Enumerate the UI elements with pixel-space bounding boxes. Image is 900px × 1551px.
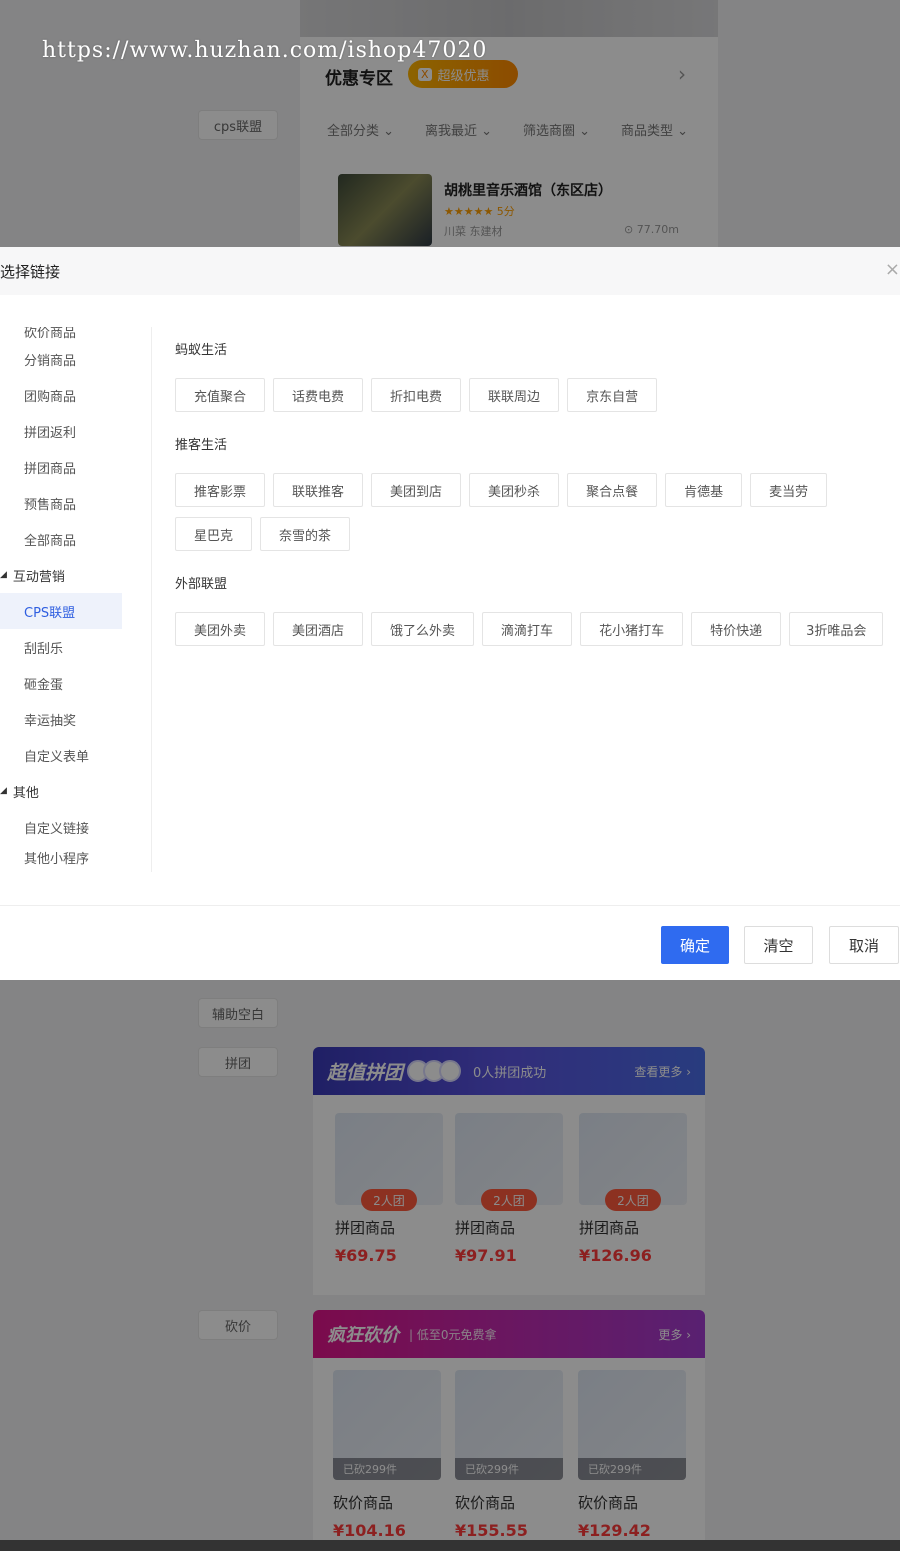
link-chip[interactable]: 京东自营 xyxy=(567,378,658,412)
link-chip[interactable]: 3折唯品会 xyxy=(789,612,884,646)
tree-category-marketing[interactable]: ◢ 互动营销 xyxy=(0,557,151,593)
dialog-footer: 确定 清空 取消 xyxy=(0,905,900,980)
chip-group: 充值聚合 话费电费 折扣电费 联联周边 京东自营 xyxy=(175,378,900,412)
link-chip[interactable]: 折扣电费 xyxy=(371,378,462,412)
link-chip[interactable]: 美团到店 xyxy=(371,473,462,507)
tree-item[interactable]: 分销商品 xyxy=(0,341,151,377)
link-category-tree: 砍价商品 分销商品 团购商品 拼团返利 拼团商品 预售商品 全部商品 ◢ 互动营… xyxy=(0,327,152,872)
group-title: 推客生活 xyxy=(175,438,228,453)
link-chip[interactable]: 星巴克 xyxy=(175,517,253,551)
link-chip[interactable]: 联联周边 xyxy=(469,378,560,412)
tree-item[interactable]: 团购商品 xyxy=(0,377,151,413)
clear-button[interactable]: 清空 xyxy=(744,926,813,964)
tree-item-cps[interactable]: CPS联盟 xyxy=(0,593,122,629)
tree-item[interactable]: 其他小程序 xyxy=(0,845,151,867)
link-chip[interactable]: 美团外卖 xyxy=(175,612,266,646)
tree-category-label: 互动营销 xyxy=(12,569,65,585)
tree-category-other[interactable]: ◢ 其他 xyxy=(0,773,151,809)
group-title: 外部联盟 xyxy=(175,577,228,592)
tree-item[interactable]: 全部商品 xyxy=(0,521,151,557)
tree-item[interactable]: 刮刮乐 xyxy=(0,629,151,665)
link-chip[interactable]: 麦当劳 xyxy=(750,473,828,507)
link-chip[interactable]: 美团酒店 xyxy=(273,612,364,646)
caret-down-icon: ◢ xyxy=(0,570,7,580)
link-chip[interactable]: 话费电费 xyxy=(273,378,364,412)
tree-category-label: 其他 xyxy=(12,785,39,801)
select-link-dialog: 选择链接 × 砍价商品 分销商品 团购商品 拼团返利 拼团商品 预售商品 全部商… xyxy=(0,247,900,980)
link-chip[interactable]: 肯德基 xyxy=(665,473,743,507)
tree-item[interactable]: 砸金蛋 xyxy=(0,665,151,701)
cancel-button[interactable]: 取消 xyxy=(829,926,899,964)
tree-item[interactable]: 拼团返利 xyxy=(0,413,151,449)
group-title: 蚂蚁生活 xyxy=(175,343,228,358)
caret-down-icon: ◢ xyxy=(0,786,7,796)
close-icon[interactable]: × xyxy=(885,259,900,280)
link-chip[interactable]: 聚合点餐 xyxy=(567,473,658,507)
link-chip[interactable]: 联联推客 xyxy=(273,473,364,507)
link-chip[interactable]: 美团秒杀 xyxy=(469,473,560,507)
tree-item[interactable]: 预售商品 xyxy=(0,485,151,521)
tree-item[interactable]: 自定义表单 xyxy=(0,737,151,773)
watermark-text: https://www.huzhan.com/ishop47020 xyxy=(42,38,488,63)
tree-item[interactable]: 自定义链接 xyxy=(0,809,151,845)
link-chip[interactable]: 奈雪的茶 xyxy=(260,517,351,551)
link-chip[interactable]: 花小猪打车 xyxy=(580,612,684,646)
link-chip[interactable]: 滴滴打车 xyxy=(482,612,573,646)
bottom-edge-bar xyxy=(0,1540,900,1551)
chip-group: 美团外卖 美团酒店 饿了么外卖 滴滴打车 花小猪打车 特价快递 3折唯品会 xyxy=(175,612,900,646)
confirm-button[interactable]: 确定 xyxy=(661,926,729,964)
dialog-title: 选择链接 xyxy=(0,262,61,281)
link-options-panel: 蚂蚁生活 充值聚合 话费电费 折扣电费 联联周边 京东自营 推客生活 推客影票 … xyxy=(175,339,900,668)
link-chip[interactable]: 饿了么外卖 xyxy=(371,612,475,646)
tree-item[interactable]: 幸运抽奖 xyxy=(0,701,151,737)
chip-group: 推客影票 联联推客 美团到店 美团秒杀 聚合点餐 肯德基 麦当劳 星巴克 奈雪的… xyxy=(175,473,835,551)
dialog-header: 选择链接 × xyxy=(0,247,900,295)
tree-item[interactable]: 砍价商品 xyxy=(0,327,151,341)
link-chip[interactable]: 特价快递 xyxy=(691,612,782,646)
link-chip[interactable]: 推客影票 xyxy=(175,473,266,507)
link-chip[interactable]: 充值聚合 xyxy=(175,378,266,412)
tree-item[interactable]: 拼团商品 xyxy=(0,449,151,485)
